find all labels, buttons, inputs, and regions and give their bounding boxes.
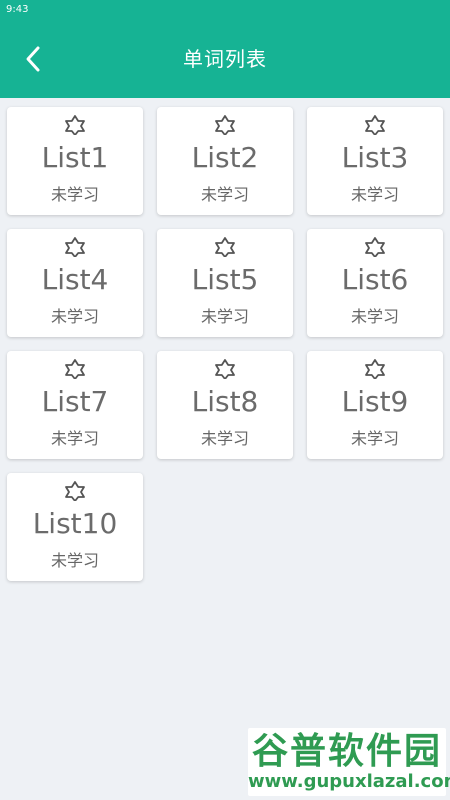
list-card[interactable]: List2 未学习	[157, 107, 293, 215]
list-name: List8	[191, 385, 259, 418]
list-card[interactable]: List3 未学习	[307, 107, 443, 215]
status-time: 9:43	[6, 4, 29, 15]
list-card[interactable]: List4 未学习	[7, 229, 143, 337]
list-name: List1	[41, 141, 109, 174]
word-list-grid: List1 未学习 List2 未学习 List3 未学习 List4 未学习	[7, 107, 444, 581]
star-icon	[7, 237, 143, 257]
list-status: 未学习	[350, 429, 399, 448]
star-icon	[157, 237, 293, 257]
app-bar: 单词列表	[0, 20, 450, 98]
list-status: 未学习	[350, 307, 399, 326]
list-card[interactable]: List6 未学习	[307, 229, 443, 337]
list-name: List3	[341, 141, 409, 174]
list-name: List10	[32, 507, 118, 540]
list-name: List2	[191, 141, 259, 174]
page-title: 单词列表	[183, 47, 267, 71]
watermark-logo: 谷普软件园 www.gupuxlazal.com	[248, 728, 450, 796]
list-status: 未学习	[200, 429, 249, 448]
list-name: List4	[41, 263, 109, 296]
star-icon	[7, 359, 143, 379]
star-icon	[307, 359, 443, 379]
status-bar: 9:43	[0, 0, 450, 20]
watermark-url: www.gupuxlazal.com	[248, 771, 450, 792]
list-card[interactable]: List10 未学习	[7, 473, 143, 581]
star-icon	[7, 481, 143, 501]
list-card[interactable]: List7 未学习	[7, 351, 143, 459]
star-icon	[157, 359, 293, 379]
star-icon	[307, 115, 443, 135]
list-card[interactable]: List9 未学习	[307, 351, 443, 459]
list-status: 未学习	[350, 185, 399, 204]
list-status: 未学习	[50, 185, 99, 204]
list-status: 未学习	[200, 185, 249, 204]
watermark-title: 谷普软件园	[251, 731, 442, 772]
list-name: List7	[41, 385, 109, 418]
list-name: List5	[191, 263, 259, 296]
list-name: List6	[341, 263, 409, 296]
list-card[interactable]: List1 未学习	[7, 107, 143, 215]
list-card[interactable]: List5 未学习	[157, 229, 293, 337]
list-status: 未学习	[50, 551, 99, 570]
list-status: 未学习	[200, 307, 249, 326]
list-name: List9	[341, 385, 409, 418]
star-icon	[157, 115, 293, 135]
list-card[interactable]: List8 未学习	[157, 351, 293, 459]
star-icon	[7, 115, 143, 135]
list-status: 未学习	[50, 429, 99, 448]
list-status: 未学习	[50, 307, 99, 326]
star-icon	[307, 237, 443, 257]
